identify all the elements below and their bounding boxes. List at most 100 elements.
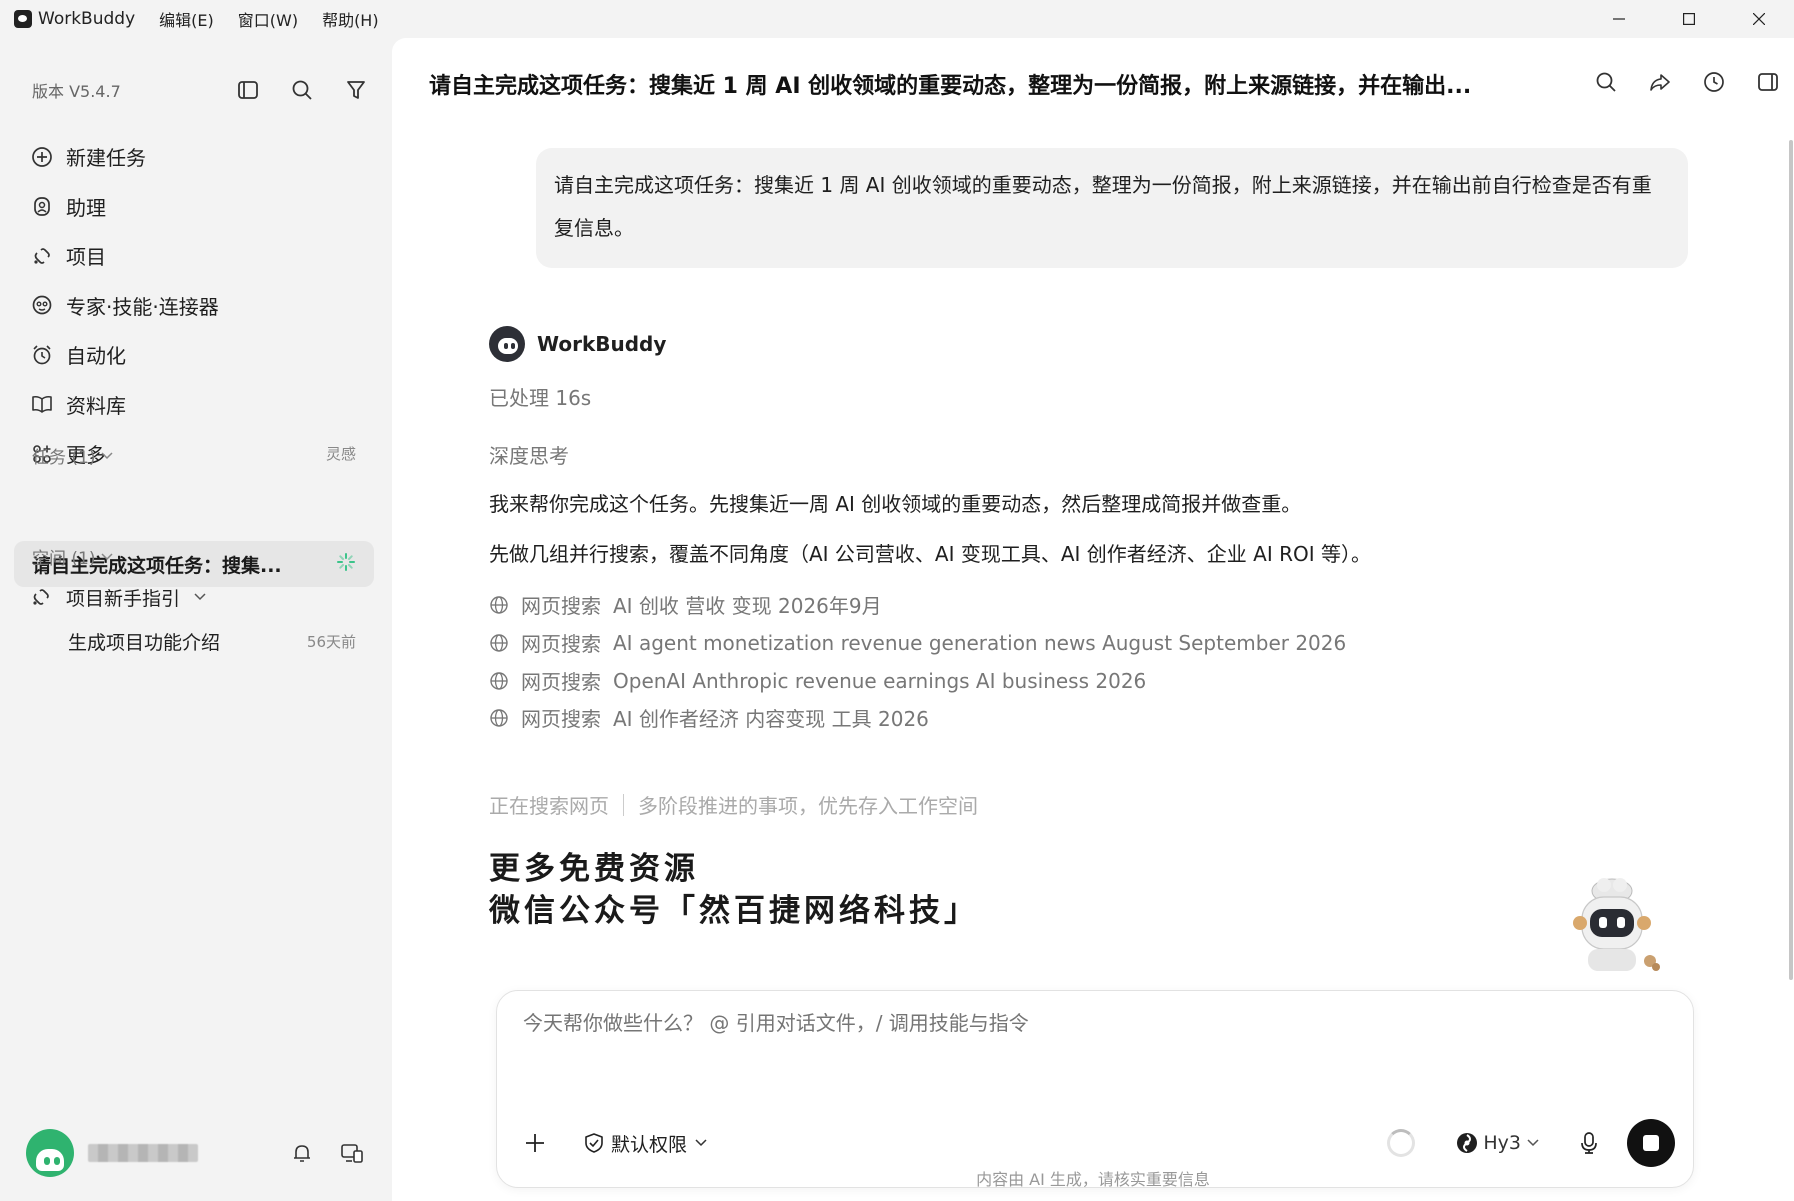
microphone-button[interactable] [1573,1127,1605,1159]
bell-icon [294,1145,310,1162]
space-subitem-label: 生成项目功能介绍 [68,631,221,654]
assistant-paragraph: 先做几组并行搜索，覆盖不同角度（AI 公司营收、AI 变现工具、AI 创作者经济… [489,542,1372,566]
sidebar-item-new-task[interactable]: 新建任务 [14,132,374,182]
filter-icon [347,81,365,99]
share-button[interactable] [1644,66,1676,98]
assistant-icon [30,194,54,218]
plus-circle-icon [30,145,54,169]
chat-input[interactable] [523,1011,1623,1035]
user-message-bubble: 请自主完成这项任务：搜集近 1 周 AI 创收领域的重要动态，整理为一份简报，附… [536,148,1688,268]
user-row [26,1128,366,1178]
search-icon [1596,72,1616,92]
model-logo-icon [1457,1133,1478,1153]
promo-line-2: 微信公众号「然百捷网络科技」 [489,893,979,929]
chevron-down-icon [1527,1139,1539,1147]
deep-think-toggle[interactable]: 深度思考 [489,440,569,469]
globe-icon [490,708,508,727]
web-search-step[interactable]: 网页搜索 AI 创收 营收 变现 2026年9月 [489,590,882,619]
spaces-section-toggle[interactable]: 空间 (1) [32,544,114,569]
toggle-sidebar-button[interactable] [232,74,264,106]
username-blurred [88,1144,198,1162]
avatar[interactable] [26,1129,74,1177]
model-label: Hy3 [1483,1132,1521,1154]
app-logo-icon [14,10,32,28]
sidebar-item-project[interactable]: 项目 [14,231,374,281]
project-icon [30,585,54,609]
expert-icon [30,293,54,317]
assistant-name: WorkBuddy [537,332,667,356]
sidebar: 版本 V5.4.7 新建任务 助理 项目 专家·技能·连接器 自动化 资料库 更… [0,38,392,1201]
more-hint: 灵感 [325,445,356,464]
globe-icon [490,633,508,652]
shield-check-icon [585,1133,603,1153]
web-search-query: AI 创作者经济 内容变现 工具 2026 [613,707,929,731]
minimize-button[interactable] [1584,0,1654,38]
main-panel: 请自主完成这项任务：搜集近 1 周 AI 创收领域的重要动态，整理为一份简报，附… [392,38,1794,1201]
chevron-down-icon [194,593,206,601]
assistant-paragraph: 我来帮你完成这个任务。先搜集近一周 AI 创收领域的重要动态，然后整理成简报并做… [489,492,1302,516]
microphone-icon [1581,1132,1597,1154]
sidebar-search-button[interactable] [286,74,318,106]
web-search-step[interactable]: 网页搜索 AI 创作者经济 内容变现 工具 2026 [489,703,929,732]
menu-window[interactable]: 窗口(W) [238,7,298,31]
sidebar-item-label: 自动化 [66,344,126,369]
sidebar-item-library[interactable]: 资料库 [14,380,374,430]
space-project-item[interactable]: 项目新手指引 [14,574,374,620]
sidebar-item-automation[interactable]: 自动化 [14,330,374,380]
chevron-down-icon [101,451,114,459]
sidebar-panel-icon [238,81,258,99]
notification-button[interactable] [288,1139,316,1167]
permission-dropdown[interactable]: 默认权限 [583,1130,707,1157]
sidebar-item-experts[interactable]: 专家·技能·连接器 [14,281,374,331]
web-search-query: AI 创收 营收 变现 2026年9月 [613,594,882,618]
menu-edit[interactable]: 编辑(E) [159,7,214,31]
sidebar-item-assistant[interactable]: 助理 [14,182,374,232]
conversation-header: 请自主完成这项任务：搜集近 1 周 AI 创收领域的重要动态，整理为一份简报，附… [392,38,1794,118]
app-name: WorkBuddy [38,9,136,29]
composer: 默认权限 Hy3 [496,990,1694,1188]
project-icon [30,244,54,268]
maximize-icon [1683,13,1695,25]
version-label: 版本 V5.4.7 [32,82,121,101]
model-selector[interactable]: Hy3 [1455,1131,1539,1155]
spaces-section-label: 空间 (1) [32,549,96,569]
globe-icon [490,595,508,614]
maximize-button[interactable] [1654,0,1724,38]
web-search-step[interactable]: 网页搜索 OpenAI Anthropic revenue earnings A… [489,666,1146,695]
processed-time[interactable]: 已处理 16s [489,382,591,411]
stop-generation-button[interactable] [1627,1119,1675,1167]
scrollbar[interactable] [1786,130,1794,990]
robot-mascot-icon [1573,878,1660,971]
web-search-query: OpenAI Anthropic revenue earnings AI bus… [613,668,1147,693]
assistant-header: WorkBuddy [489,326,666,362]
space-subitem-time: 56天前 [306,632,356,651]
ai-disclaimer: 内容由 AI 生成，请核实重要信息 [976,1170,1210,1189]
space-project-label: 项目新手指引 [66,587,181,610]
history-button[interactable] [1698,66,1730,98]
tasks-section-label: 任务 (1) [32,448,96,468]
web-search-label: 网页搜索 [521,594,601,618]
web-search-label: 网页搜索 [521,670,601,694]
toggle-panel-button[interactable] [1752,66,1784,98]
globe-icon [490,671,508,690]
loading-spinner-icon [336,552,356,576]
automation-icon [30,343,54,367]
assistant-avatar [489,326,525,362]
space-subitem[interactable]: 生成项目功能介绍 56天前 [14,618,374,664]
sidebar-item-label: 助理 [66,195,106,220]
tasks-section-toggle[interactable]: 任务 (1) [32,443,114,468]
filter-button[interactable] [340,74,372,106]
device-button[interactable] [338,1139,366,1167]
permission-label: 默认权限 [611,1133,688,1156]
close-button[interactable] [1724,0,1794,38]
sidebar-item-label: 专家·技能·连接器 [66,294,219,319]
device-icon [341,1144,363,1163]
plus-icon [526,1134,544,1152]
web-search-step[interactable]: 网页搜索 AI agent monetization revenue gener… [489,628,1346,657]
clock-icon [1704,72,1724,92]
add-attachment-button[interactable] [517,1125,553,1161]
scroll-thumb[interactable] [1789,140,1793,980]
close-icon [1753,13,1765,25]
conversation-search-button[interactable] [1590,66,1622,98]
menu-help[interactable]: 帮助(H) [322,7,379,31]
